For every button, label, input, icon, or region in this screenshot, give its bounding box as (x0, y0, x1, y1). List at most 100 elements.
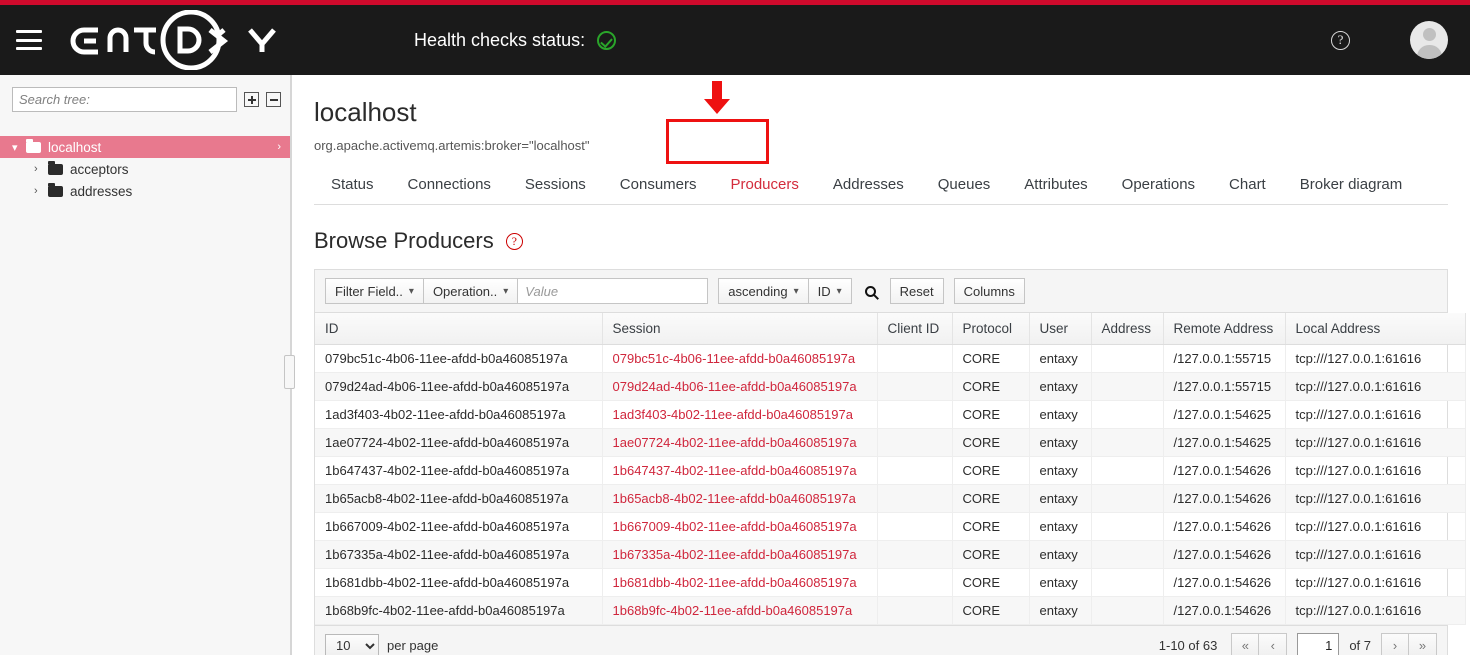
table-head: ID Session Client ID Protocol User Addre… (315, 313, 1465, 345)
cell-session[interactable]: 1b67335a-4b02-11ee-afdd-b0a46085197a (602, 541, 877, 569)
tree-node-addresses[interactable]: › addresses (0, 180, 291, 202)
tree-node-acceptors[interactable]: › acceptors (0, 158, 291, 180)
page-total-label: of 7 (1349, 638, 1371, 653)
table-row[interactable]: 1ad3f403-4b02-11ee-afdd-b0a46085197a1ad3… (315, 401, 1465, 429)
tab-producers[interactable]: Producers (714, 166, 816, 204)
session-link[interactable]: 079d24ad-4b06-11ee-afdd-b0a46085197a (613, 379, 857, 394)
tab-chart[interactable]: Chart (1212, 166, 1283, 204)
session-link[interactable]: 1b647437-4b02-11ee-afdd-b0a46085197a (613, 463, 857, 478)
column-header-protocol[interactable]: Protocol (952, 313, 1029, 345)
column-header-session[interactable]: Session (602, 313, 877, 345)
cell-local-address: tcp:///127.0.0.1:61616 (1285, 541, 1465, 569)
collapse-all-icon[interactable] (266, 92, 281, 107)
main-content: localhost org.apache.activemq.artemis:br… (292, 75, 1470, 655)
table-row[interactable]: 079d24ad-4b06-11ee-afdd-b0a46085197a079d… (315, 373, 1465, 401)
help-icon[interactable]: ? (1331, 31, 1350, 50)
hamburger-icon[interactable] (16, 30, 42, 50)
cell-session[interactable]: 1b65acb8-4b02-11ee-afdd-b0a46085197a (602, 485, 877, 513)
cell-user: entaxy (1029, 513, 1091, 541)
chevron-right-icon[interactable]: › (34, 185, 48, 197)
session-link[interactable]: 1b667009-4b02-11ee-afdd-b0a46085197a (613, 519, 857, 534)
cell-local-address: tcp:///127.0.0.1:61616 (1285, 429, 1465, 457)
column-header-user[interactable]: User (1029, 313, 1091, 345)
expand-all-icon[interactable] (244, 92, 259, 107)
table-row[interactable]: 1b68b9fc-4b02-11ee-afdd-b0a46085197a1b68… (315, 597, 1465, 625)
cell-session[interactable]: 079bc51c-4b06-11ee-afdd-b0a46085197a (602, 345, 877, 373)
cell-client-id (877, 429, 952, 457)
cell-session[interactable]: 1b68b9fc-4b02-11ee-afdd-b0a46085197a (602, 597, 877, 625)
table-row[interactable]: 1b681dbb-4b02-11ee-afdd-b0a46085197a1b68… (315, 569, 1465, 597)
tree-node-label: localhost (48, 140, 101, 155)
reset-button[interactable]: Reset (890, 278, 944, 304)
tab-consumers[interactable]: Consumers (603, 166, 714, 204)
next-page-button[interactable]: › (1381, 633, 1409, 655)
table-row[interactable]: 1b65acb8-4b02-11ee-afdd-b0a46085197a 1b65… (315, 485, 1465, 513)
table-row[interactable]: 079bc51c-4b06-11ee-afdd-b0a46085197a079b… (315, 345, 1465, 373)
column-header-id[interactable]: ID (315, 313, 602, 345)
cell-user: entaxy (1029, 457, 1091, 485)
first-page-button[interactable]: « (1231, 633, 1259, 655)
chevron-down-icon[interactable]: ▾ (12, 141, 26, 154)
cell-id: 1b65acb8-4b02-11ee-afdd-b0a46085197a (315, 485, 602, 513)
folder-icon (26, 142, 41, 153)
chevron-down-icon: ▾ (837, 286, 842, 297)
cell-protocol: CORE (952, 373, 1029, 401)
last-page-button[interactable]: » (1409, 633, 1437, 655)
column-header-address[interactable]: Address (1091, 313, 1163, 345)
cell-session[interactable]: 1b667009-4b02-11ee-afdd-b0a46085197a (602, 513, 877, 541)
sort-order-dropdown[interactable]: ascending ▾ (718, 278, 808, 304)
column-header-local-address[interactable]: Local Address (1285, 313, 1465, 345)
cell-remote-address: /127.0.0.1:54626 (1163, 485, 1285, 513)
filter-field-dropdown[interactable]: Filter Field.. ▾ (325, 278, 424, 304)
cell-session[interactable]: 1ae07724-4b02-11ee-afdd-b0a46085197a (602, 429, 877, 457)
user-avatar-icon[interactable] (1410, 21, 1448, 59)
chevron-right-icon[interactable]: › (34, 163, 48, 175)
cell-session[interactable]: 1ad3f403-4b02-11ee-afdd-b0a46085197a (602, 401, 877, 429)
breadcrumb: org.apache.activemq.artemis:broker="loca… (314, 138, 1448, 153)
tab-operations[interactable]: Operations (1105, 166, 1212, 204)
session-link[interactable]: 1b68b9fc-4b02-11ee-afdd-b0a46085197a (613, 603, 853, 618)
table-row[interactable]: 1b647437-4b02-11ee-afdd-b0a46085197a1b64… (315, 457, 1465, 485)
column-header-remote-address[interactable]: Remote Address (1163, 313, 1285, 345)
tab-status[interactable]: Status (314, 166, 391, 204)
per-page-select[interactable]: 102050100 (325, 634, 379, 655)
tab-attributes[interactable]: Attributes (1007, 166, 1104, 204)
section-help-icon[interactable]: ? (506, 233, 523, 250)
cell-remote-address: /127.0.0.1:54626 (1163, 597, 1285, 625)
cell-session[interactable]: 1b647437-4b02-11ee-afdd-b0a46085197a (602, 457, 877, 485)
cell-local-address: tcp:///127.0.0.1:61616 (1285, 373, 1465, 401)
tab-addresses[interactable]: Addresses (816, 166, 921, 204)
session-link[interactable]: 079bc51c-4b06-11ee-afdd-b0a46085197a (613, 351, 856, 366)
cell-local-address: tcp:///127.0.0.1:61616 (1285, 457, 1465, 485)
tab-sessions[interactable]: Sessions (508, 166, 603, 204)
cell-session[interactable]: 1b681dbb-4b02-11ee-afdd-b0a46085197a (602, 569, 877, 597)
session-link[interactable]: 1ae07724-4b02-11ee-afdd-b0a46085197a (613, 435, 857, 450)
cell-protocol: CORE (952, 597, 1029, 625)
operation-dropdown[interactable]: Operation.. ▾ (424, 278, 518, 304)
session-link[interactable]: 1ad3f403-4b02-11ee-afdd-b0a46085197a (613, 407, 853, 422)
chevron-right-icon[interactable]: › (277, 141, 281, 153)
tab-queues[interactable]: Queues (921, 166, 1008, 204)
previous-page-button[interactable]: ‹ (1259, 633, 1287, 655)
session-link[interactable]: 1b65acb8-4b02-11ee-afdd-b0a46085197a (613, 491, 856, 506)
producers-panel: Filter Field.. ▾ Operation.. ▾ ascending… (314, 269, 1448, 655)
column-header-client-id[interactable]: Client ID (877, 313, 952, 345)
cell-session[interactable]: 079d24ad-4b06-11ee-afdd-b0a46085197a (602, 373, 877, 401)
table-row[interactable]: 1ae07724-4b02-11ee-afdd-b0a46085197a1ae0… (315, 429, 1465, 457)
tab-broker-diagram[interactable]: Broker diagram (1283, 166, 1420, 204)
session-link[interactable]: 1b67335a-4b02-11ee-afdd-b0a46085197a (613, 547, 857, 562)
search-tree-input[interactable] (12, 87, 237, 112)
page-number-input[interactable] (1297, 633, 1339, 655)
cell-protocol: CORE (952, 513, 1029, 541)
columns-button[interactable]: Columns (954, 278, 1025, 304)
table-row[interactable]: 1b67335a-4b02-11ee-afdd-b0a46085197a1b67… (315, 541, 1465, 569)
tab-connections[interactable]: Connections (391, 166, 508, 204)
tree-node-localhost[interactable]: ▾ localhost › (0, 136, 291, 158)
cell-protocol: CORE (952, 401, 1029, 429)
session-link[interactable]: 1b681dbb-4b02-11ee-afdd-b0a46085197a (613, 575, 857, 590)
filter-value-input[interactable] (518, 278, 708, 304)
table-footer: 102050100 per page 1-10 of 63 « ‹ of 7 ›… (315, 625, 1447, 655)
table-row[interactable]: 1b667009-4b02-11ee-afdd-b0a46085197a1b66… (315, 513, 1465, 541)
search-button[interactable] (856, 278, 886, 304)
sort-field-dropdown[interactable]: ID ▾ (809, 278, 852, 304)
